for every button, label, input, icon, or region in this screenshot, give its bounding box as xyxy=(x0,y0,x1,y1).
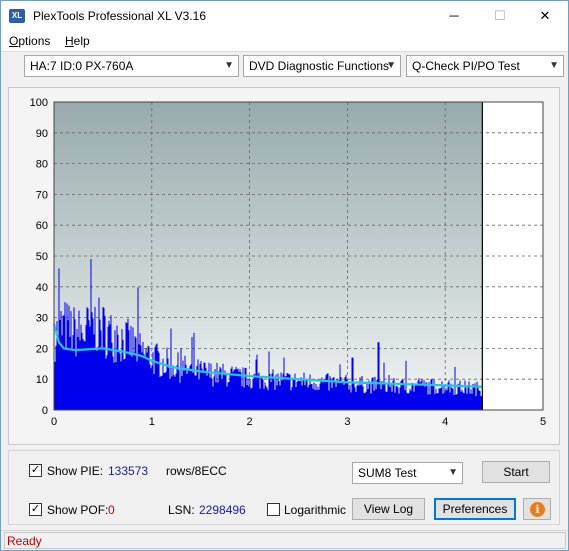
app-logo-icon: XL xyxy=(9,9,25,23)
title-bar[interactable]: XL PlexTools Professional XL V3.16 ─ ☐ ✕ xyxy=(1,1,568,31)
x-tick-label: 3 xyxy=(344,416,350,428)
y-tick-label: 40 xyxy=(36,282,48,294)
menu-help[interactable]: Help xyxy=(65,34,90,48)
logarithmic-checkbox[interactable] xyxy=(267,503,280,516)
sum-test-select[interactable]: SUM8 Test ▼ xyxy=(352,462,463,484)
logarithmic-label: Logarithmic xyxy=(284,503,347,517)
x-tick-label: 1 xyxy=(149,416,155,428)
x-tick-label: 2 xyxy=(247,416,253,428)
close-button[interactable]: ✕ xyxy=(522,1,568,31)
lsn-label: LSN: xyxy=(168,503,195,517)
show-pof-label: Show POF: xyxy=(47,503,109,517)
chevron-down-icon: ▼ xyxy=(549,60,559,71)
pie-unit: rows/8ECC xyxy=(166,464,227,478)
pie-value: 133573 xyxy=(108,464,149,478)
function-select-value: DVD Diagnostic Functions xyxy=(249,59,390,73)
y-tick-label: 20 xyxy=(36,343,48,355)
info-button[interactable]: i xyxy=(523,498,551,520)
x-tick-label: 4 xyxy=(442,416,448,428)
test-select-value: Q-Check PI/PO Test xyxy=(412,59,520,73)
y-tick-label: 0 xyxy=(42,405,48,417)
maximize-button[interactable]: ☐ xyxy=(477,1,523,31)
preferences-button[interactable]: Preferences xyxy=(434,498,516,520)
y-tick-label: 100 xyxy=(30,97,48,109)
menu-options-accel: O xyxy=(9,34,19,48)
toolbar-divider xyxy=(1,51,568,52)
view-log-button[interactable]: View Log xyxy=(352,498,425,520)
window-title: PlexTools Professional XL V3.16 xyxy=(33,9,206,23)
pof-value: 0 xyxy=(108,503,115,517)
drive-select-value: HA:7 ID:0 PX-760A xyxy=(30,59,134,73)
app-window: XL PlexTools Professional XL V3.16 ─ ☐ ✕… xyxy=(0,0,569,551)
x-tick-label: 5 xyxy=(540,416,546,428)
start-button[interactable]: Start xyxy=(482,461,550,483)
y-tick-label: 70 xyxy=(36,189,48,201)
show-pie-checkbox[interactable]: ✓ xyxy=(29,464,42,477)
chevron-down-icon: ▼ xyxy=(386,60,396,71)
sum-test-select-value: SUM8 Test xyxy=(358,466,417,480)
menu-bar: Options Help xyxy=(1,31,568,51)
y-tick-label: 90 xyxy=(36,128,48,140)
chart-panel: 0 10 20 30 40 50 60 70 80 90 100 0 1 2 3 4 5 xyxy=(8,87,560,445)
status-text: Ready xyxy=(7,534,42,548)
y-tick-label: 10 xyxy=(36,374,48,386)
drive-select[interactable]: HA:7 ID:0 PX-760A ▼ xyxy=(24,55,239,77)
y-tick-label: 30 xyxy=(36,313,48,325)
chevron-down-icon: ▼ xyxy=(448,467,458,478)
controls-panel: ✓ Show PIE: 133573 rows/8ECC ✓ Show POF:… xyxy=(8,450,560,525)
pi-po-chart: 0 10 20 30 40 50 60 70 80 90 100 0 1 2 3 4 5 xyxy=(30,97,546,428)
info-icon: i xyxy=(530,502,545,517)
menu-options[interactable]: Options xyxy=(9,34,50,48)
show-pof-checkbox[interactable]: ✓ xyxy=(29,503,42,516)
menu-help-accel: H xyxy=(65,34,74,48)
menu-help-rest: elp xyxy=(73,34,90,48)
minimize-button[interactable]: ─ xyxy=(431,1,477,31)
status-pane xyxy=(4,532,566,549)
lsn-value: 2298496 xyxy=(199,503,246,517)
y-tick-label: 50 xyxy=(36,251,48,263)
status-bar: Ready xyxy=(1,530,568,550)
y-tick-label: 80 xyxy=(36,159,48,171)
test-select[interactable]: Q-Check PI/PO Test ▼ xyxy=(406,55,564,77)
function-select[interactable]: DVD Diagnostic Functions ▼ xyxy=(243,55,401,77)
y-tick-label: 60 xyxy=(36,220,48,232)
menu-options-rest: ptions xyxy=(18,34,51,48)
chevron-down-icon: ▼ xyxy=(224,60,234,71)
show-pie-label: Show PIE: xyxy=(47,464,104,478)
x-tick-label: 0 xyxy=(51,416,57,428)
